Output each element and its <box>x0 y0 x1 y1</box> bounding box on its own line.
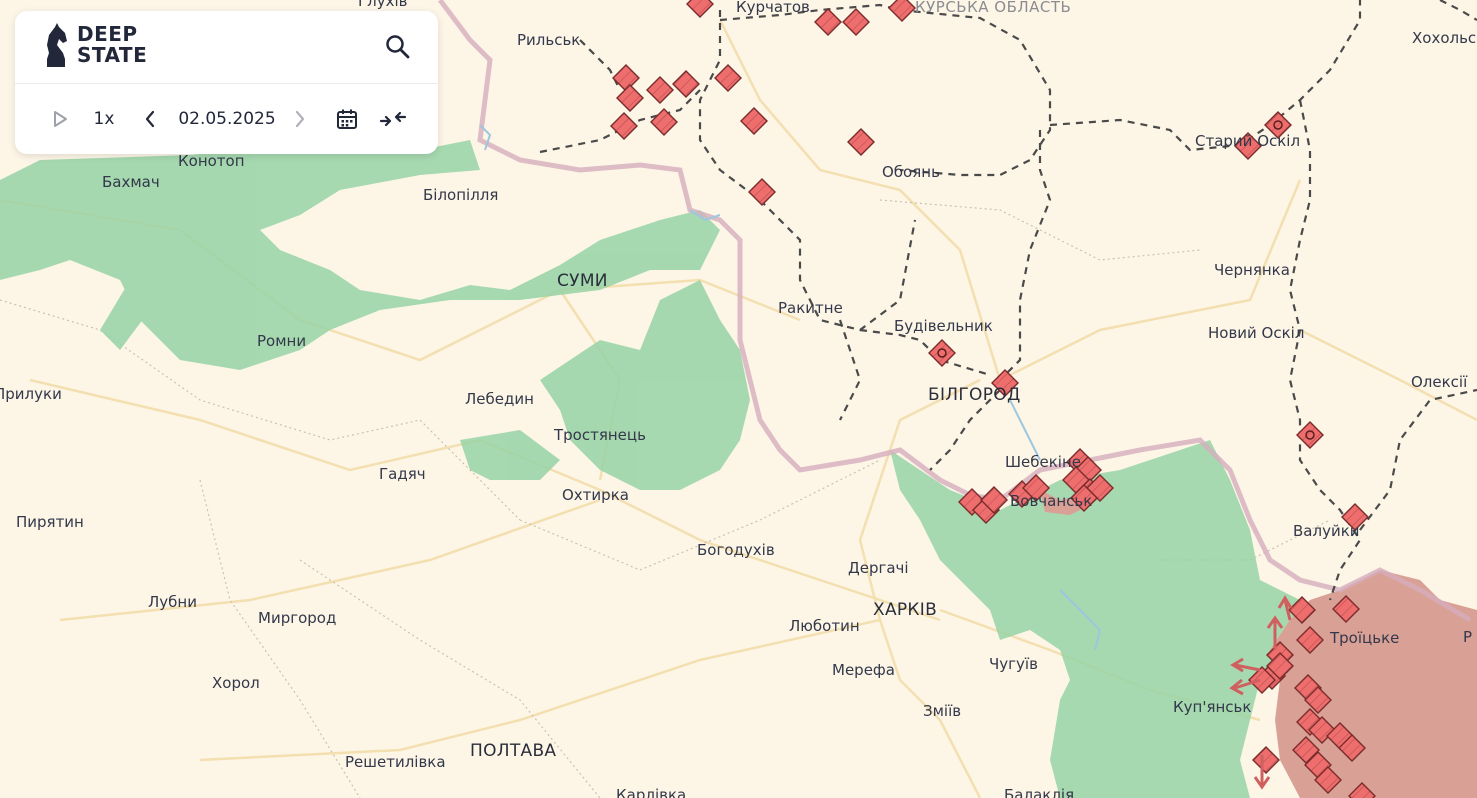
label-khokholsky: Хохольсь <box>1412 29 1477 47</box>
label-merefa: Мерефа <box>832 661 895 679</box>
label-chuhuiv: Чугуїв <box>989 655 1038 673</box>
label-pyriatyn: Пирятин <box>16 513 84 531</box>
knight-chess-icon <box>47 23 67 67</box>
compare-button[interactable] <box>377 84 409 154</box>
panel-header: DEEP STATE <box>15 11 438 84</box>
label-myrhorod: Миргород <box>258 609 336 627</box>
prev-date-button[interactable] <box>139 84 161 154</box>
label-reshetylivka: Решетилівка <box>345 753 446 771</box>
label-okhtyrka: Охтирка <box>562 486 629 504</box>
play-button[interactable] <box>47 84 73 154</box>
label-poltava: ПОЛТАВА <box>470 741 556 761</box>
deepstate-logo[interactable]: DEEP STATE <box>43 23 147 67</box>
label-romny: Ромни <box>257 332 306 350</box>
label-hadiach: Гадяч <box>379 465 426 483</box>
label-kharkiv: ХАРКІВ <box>873 600 937 620</box>
search-icon <box>386 35 410 59</box>
label-khorol: Хорол <box>212 674 260 692</box>
timeline-controls: 1x 02.05.2025 <box>15 84 438 154</box>
label-r-edge: Р <box>1463 628 1472 646</box>
next-date-button[interactable] <box>289 84 311 154</box>
label-stary-oskil: Старий Оскіл <box>1195 132 1300 150</box>
label-kursk-oblast: КУРСЬКА ОБЛАСТЬ <box>915 0 1071 16</box>
label-trostianets: Тростянець <box>553 426 646 444</box>
label-lebedyn: Лебедин <box>465 390 534 408</box>
label-glukhiv: Глухів <box>358 0 408 10</box>
label-novyi-oskil: Новий Оскіл <box>1208 324 1304 342</box>
label-oboian: Обоянь <box>882 163 940 181</box>
label-bilhorod: БІЛГОРОД <box>928 385 1021 405</box>
label-troitske: Троїцьке <box>1329 629 1399 647</box>
label-karlivka: Карлівка <box>616 786 686 798</box>
label-pryluky: Прилуки <box>0 385 62 403</box>
current-date[interactable]: 02.05.2025 <box>175 84 279 154</box>
label-bohodukhiv: Богодухів <box>697 541 775 559</box>
timeline-panel: DEEP STATE 1x 02.05.2025 <box>15 11 438 154</box>
calendar-icon <box>337 109 357 129</box>
compress-arrows-icon <box>379 111 407 127</box>
label-vovchansk: Вовчанськ <box>1010 492 1092 510</box>
label-budivelnyk: Будівельник <box>894 317 993 335</box>
play-icon <box>54 111 67 127</box>
label-balakliia: Балаклія <box>1004 786 1074 798</box>
label-bakhmach: Бахмач <box>102 173 160 191</box>
label-lyubotyn: Люботин <box>789 617 860 635</box>
logo-line-1: DEEP <box>77 22 138 46</box>
label-chernianka: Чернянка <box>1214 261 1290 279</box>
label-derhachi: Дергачі <box>848 559 909 577</box>
label-konotop: Конотоп <box>178 152 245 170</box>
label-kurchatov: Курчатов <box>736 0 810 16</box>
logo-text: DEEP STATE <box>77 24 147 66</box>
speed-button[interactable]: 1x <box>89 84 119 154</box>
label-rokytne: Ракитне <box>778 299 843 317</box>
label-sumy: СУМИ <box>557 271 608 291</box>
label-oleksiivka: Олексії <box>1411 373 1468 391</box>
label-kupiansk: Куп'янськ <box>1173 698 1251 716</box>
calendar-button[interactable] <box>333 84 361 154</box>
label-lubny: Лубни <box>148 593 197 611</box>
label-rylsk: Рильськ <box>517 31 580 49</box>
chevron-right-icon <box>295 110 305 128</box>
search-button[interactable] <box>384 33 412 61</box>
label-zmiiv: Зміїв <box>923 702 961 720</box>
label-valuiky: Валуйки <box>1293 522 1360 540</box>
label-shebekyne: Шебекіне <box>1005 453 1081 471</box>
label-bilopillia: Білопілля <box>423 186 498 204</box>
chevron-left-icon <box>145 110 155 128</box>
logo-line-2: STATE <box>77 43 148 67</box>
